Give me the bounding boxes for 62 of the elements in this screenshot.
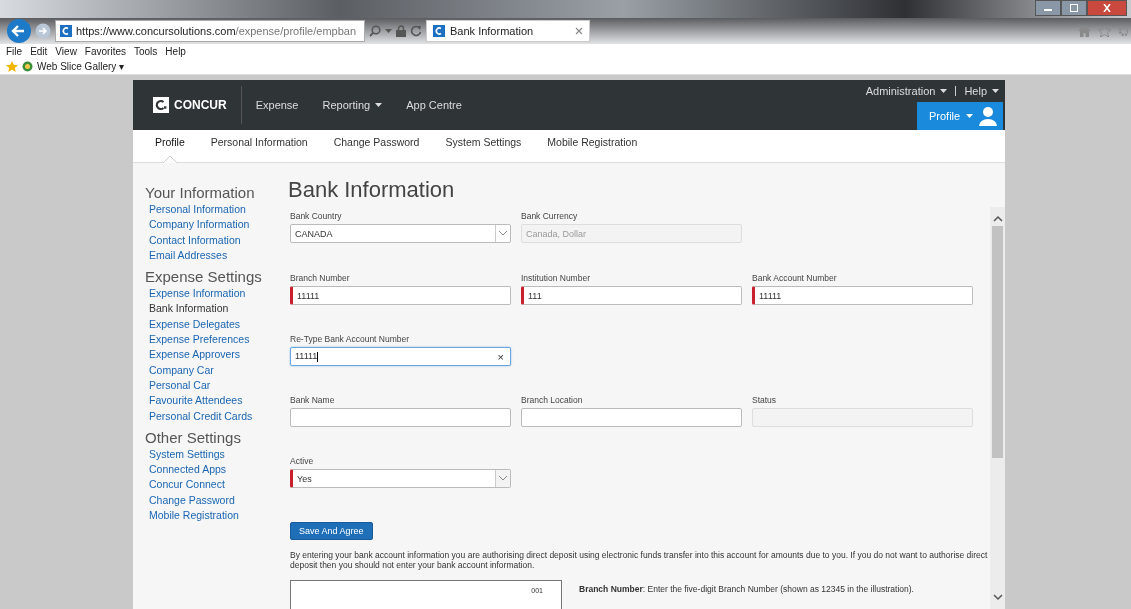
- header-link[interactable]: Help: [964, 85, 999, 97]
- menu-item[interactable]: Edit: [30, 45, 48, 57]
- nav-link[interactable]: App Centre: [406, 99, 462, 111]
- header-link[interactable]: Administration: [865, 85, 948, 97]
- input-field[interactable]: 11111: [752, 286, 973, 305]
- sidebar-link[interactable]: Contact Information: [145, 232, 286, 248]
- menu-item[interactable]: View: [55, 45, 77, 57]
- sidebar-link[interactable]: Favourite Attendees: [145, 393, 286, 409]
- sidebar-link[interactable]: Expense Preferences: [145, 332, 286, 348]
- sidebar-heading: Your Information: [145, 184, 256, 201]
- field-label: Bank Currency: [521, 211, 579, 221]
- profile-tab[interactable]: Personal Information: [210, 130, 308, 162]
- field-label: Bank Name: [290, 395, 336, 405]
- field-label: Active: [290, 456, 315, 466]
- sidebar-link[interactable]: Concur Connect: [145, 477, 286, 493]
- profile-tab[interactable]: System Settings: [445, 130, 522, 162]
- help-text: Branch Number: Enter the five-digit Branch Number (shown as 12345 in the illustration).: [579, 583, 914, 596]
- sidebar-link[interactable]: Personal Information: [145, 202, 286, 218]
- field-label: Bank Country: [290, 211, 343, 221]
- sidebar-link[interactable]: Personal Car: [145, 377, 286, 394]
- sidebar-link[interactable]: System Settings: [145, 446, 286, 463]
- profile-button[interactable]: Profile: [917, 102, 1003, 130]
- menu-item[interactable]: Favorites: [84, 45, 126, 57]
- sidebar-link[interactable]: Company Car: [145, 362, 286, 378]
- input-field[interactable]: 11111 ×: [290, 347, 511, 366]
- field-label: Re-Type Bank Account Number: [290, 334, 411, 344]
- profile-tab[interactable]: Change Password: [333, 130, 420, 162]
- sidebar-link[interactable]: Connected Apps: [145, 462, 286, 478]
- field-label: Branch Number: [290, 273, 351, 283]
- field-label: Institution Number: [521, 273, 591, 283]
- field-label: Branch Location: [521, 395, 584, 405]
- sidebar-link[interactable]: Personal Credit Cards: [145, 408, 286, 424]
- sidebar-link[interactable]: Email Addresses: [145, 247, 286, 264]
- sidebar-link[interactable]: Bank Information: [145, 301, 286, 317]
- menu-item[interactable]: Tools: [134, 45, 158, 57]
- browser-tab[interactable]: Bank Information: [426, 20, 590, 42]
- tab-title: Bank Information: [450, 25, 535, 37]
- sidebar-link[interactable]: Mobile Registration: [145, 508, 286, 524]
- sidebar-link[interactable]: Change Password: [145, 492, 286, 509]
- field-label: Bank Account Number: [752, 273, 838, 283]
- input-field[interactable]: 11111: [290, 286, 511, 305]
- sidebar-heading: Expense Settings: [145, 268, 263, 286]
- sidebar-link[interactable]: Company Information: [145, 217, 286, 233]
- input-field[interactable]: 111: [521, 286, 742, 305]
- nav-link[interactable]: Reporting: [322, 99, 383, 111]
- sidebar-heading: Other Settings: [145, 428, 242, 446]
- profile-tab[interactable]: Profile: [155, 130, 185, 162]
- profile-tab[interactable]: Mobile Registration: [547, 130, 638, 162]
- logo-text: CONCUR: [174, 98, 227, 112]
- address-bar[interactable]: https://www.concursolutions.com/expense/profile/empban: [55, 20, 365, 42]
- sidebar-link[interactable]: Expense Information: [145, 286, 286, 302]
- sidebar-link[interactable]: Expense Delegates: [145, 316, 286, 333]
- page-title: Bank Information: [288, 177, 456, 204]
- disclaimer-text: By entering your bank account information you are authorising direct deposit using electronic funds transfer into this account for amounts due to you. If you do not want to authorise direct deposit then you should not enter your bank account information.: [290, 550, 989, 570]
- menu-item[interactable]: File: [6, 45, 23, 57]
- field-label: Status: [752, 395, 778, 405]
- favorites-link[interactable]: Web Slice Gallery ▾: [37, 60, 125, 72]
- sidebar-link[interactable]: Expense Approvers: [145, 347, 286, 363]
- nav-link[interactable]: Expense: [255, 99, 299, 111]
- save-and-agree-button[interactable]: Save And Agree: [290, 522, 373, 540]
- menu-item[interactable]: Help: [165, 45, 186, 57]
- dropdown-field[interactable]: CANADA: [290, 224, 511, 243]
